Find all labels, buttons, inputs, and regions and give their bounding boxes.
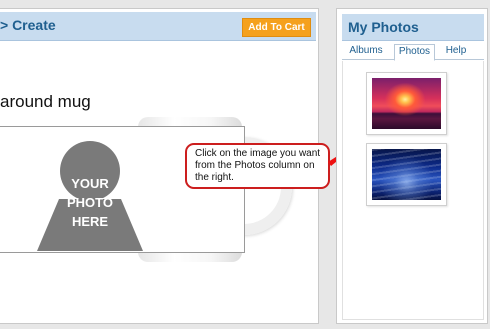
tab-help[interactable]: Help	[441, 44, 471, 60]
create-header: > Create Add To Cart	[0, 12, 316, 41]
product-title: around mug	[0, 92, 91, 111]
placeholder-label: YOUR PHOTO HERE	[67, 176, 113, 229]
create-title: > Create	[0, 17, 56, 33]
photos-tabs: Albums Photos Help	[342, 42, 484, 61]
photo-thumbnail-waves[interactable]	[366, 143, 447, 206]
my-photos-title: My Photos	[348, 19, 419, 35]
ocean-waves-photo	[372, 149, 441, 200]
instruction-tooltip: Click on the image you want from the Pho…	[185, 143, 330, 189]
photo-list	[342, 61, 484, 320]
tooltip-text: Click on the image you want from the Pho…	[195, 148, 321, 183]
tab-photos[interactable]: Photos	[394, 44, 435, 61]
sunset-photo	[372, 78, 441, 129]
my-photos-header: My Photos	[342, 14, 484, 41]
my-photos-panel: My Photos Albums Photos Help	[336, 8, 488, 324]
photo-thumbnail-sunset[interactable]	[366, 72, 447, 135]
add-to-cart-button[interactable]: Add To Cart	[242, 18, 311, 37]
tab-albums[interactable]: Albums	[345, 44, 387, 60]
